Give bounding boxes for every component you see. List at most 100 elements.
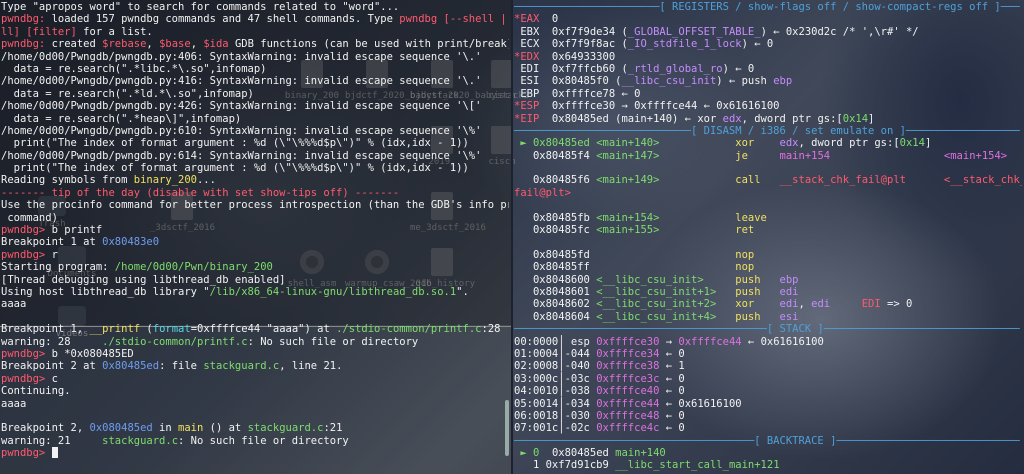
text-segment: pwndbg: bbox=[1, 13, 52, 26]
text-segment: *EAX bbox=[514, 13, 546, 26]
text-segment: : file bbox=[159, 360, 204, 373]
text-segment: _IO_stdfile_1_lock bbox=[627, 38, 742, 51]
console-line: /home/0d00/Pwngdb/pwngdb.py:416: SyntaxW… bbox=[1, 75, 509, 87]
text-segment: xor bbox=[735, 298, 755, 311]
text-segment: _GLOBAL_OFFSET_TABLE_ bbox=[627, 25, 761, 38]
text-segment: *EDX bbox=[514, 50, 546, 63]
console-line: /home/0d00/Pwngdb/pwngdb.py:610: SyntaxW… bbox=[1, 125, 509, 137]
text-segment: ← 0x61616100 bbox=[741, 335, 824, 348]
text-segment bbox=[906, 174, 944, 186]
text-segment: print("The index of format argument : %d… bbox=[1, 137, 469, 150]
text-segment: /home/0d00/Pwn/binary_200 bbox=[114, 261, 273, 274]
text-segment: __libc_csu_init bbox=[621, 75, 717, 88]
text-segment: , dword ptr gs:[ bbox=[798, 137, 900, 150]
context-line: 03:000c│-03c 0xffffce3c ← 0 bbox=[514, 373, 1022, 385]
console-line: /home/0d00/Pwngdb/pwngdb.py:406: SyntaxW… bbox=[1, 51, 509, 63]
text-segment: pwndbg [--shell | --a bbox=[399, 13, 507, 26]
text-segment: 0x80485fd bbox=[514, 248, 590, 261]
text-segment: 0xffffce44 bbox=[678, 335, 742, 348]
text-segment: 03:000c│-03c bbox=[514, 372, 597, 385]
text-segment: leave bbox=[735, 211, 767, 224]
text-segment: aaaa bbox=[1, 298, 27, 311]
text-segment: Reading symbols from bbox=[1, 174, 134, 187]
text-segment: ) ← 0 bbox=[741, 38, 774, 51]
text-segment: *EIP bbox=[514, 112, 546, 125]
console-line: Using host libthread_db library "/lib/x8… bbox=[1, 286, 509, 298]
console-line: Continuing. bbox=[1, 385, 509, 397]
context-line: 04:0010│-038 0xffffce40 ← 0 bbox=[514, 385, 1022, 397]
text-segment: fail@plt> bbox=[514, 186, 571, 199]
text-segment: __libc_start_call_main+121 bbox=[615, 459, 780, 471]
text-segment: ← 0 bbox=[659, 409, 685, 422]
text-segment: Breakpoint 1 at bbox=[1, 236, 103, 249]
text-segment: ret bbox=[735, 224, 755, 237]
text-segment bbox=[659, 224, 735, 236]
context-line: ECX 0xf7f9f8ac (_IO_stdfile_1_lock) ← 0 bbox=[514, 38, 1022, 50]
context-line: 0x8048602 <__libc_csu_init+2> xor edi, e… bbox=[514, 298, 1022, 310]
console-line: pwndbg> c bbox=[1, 373, 509, 385]
text-segment: =0xffffce44 "aaaa") at bbox=[190, 323, 337, 336]
text-segment: _rtld_global_ro bbox=[627, 62, 723, 75]
text-segment: <main+140> bbox=[596, 137, 660, 150]
context-line: ──────────────────────────────────────[ … bbox=[514, 435, 1022, 447]
text-segment: : No such file or directory bbox=[178, 434, 349, 447]
console-line: Starting program: /home/0d00/Pwn/binary_… bbox=[1, 261, 509, 273]
text-segment: 07:001c│-02c bbox=[514, 422, 597, 435]
text-segment: nop bbox=[735, 261, 755, 274]
text-segment: 0x8048600 bbox=[514, 273, 597, 286]
text-segment: ... bbox=[196, 174, 216, 187]
console-line: data = re.search(".*heap\]",infomap) bbox=[1, 113, 509, 125]
text-segment: 0x80483e0 bbox=[102, 236, 160, 249]
text-segment: *ESP bbox=[514, 100, 546, 113]
text-segment: pwndbg> bbox=[1, 447, 52, 460]
text-segment: Starting program: bbox=[1, 261, 115, 274]
text-segment: EBP bbox=[514, 87, 546, 100]
text-segment bbox=[704, 274, 736, 286]
text-segment: ECX bbox=[514, 38, 546, 51]
text-segment: ) ← push bbox=[716, 75, 774, 88]
text-segment: pwndbg: bbox=[1, 38, 52, 51]
text-segment: 0xffffce40 bbox=[596, 385, 660, 398]
console-line: Breakpoint 2 at 0x80485ed: file stackgua… bbox=[1, 360, 509, 372]
text-segment bbox=[761, 274, 780, 286]
text-segment: <main+155> bbox=[596, 224, 660, 237]
context-line: 0x8048604 <__libc_csu_init+4> push esi bbox=[514, 311, 1022, 323]
text-segment: <__libc_csu_init+2> bbox=[596, 298, 717, 311]
text-segment: edx bbox=[779, 137, 799, 150]
text-segment: EDI bbox=[514, 62, 546, 75]
text-segment: <__stack_chk_ bbox=[943, 174, 1022, 187]
text-segment: ) bbox=[760, 25, 774, 38]
text-segment: → bbox=[659, 335, 679, 348]
text-segment: ← 0 bbox=[659, 372, 685, 385]
text-segment: $base bbox=[159, 38, 191, 51]
text-segment: pwndbg> bbox=[1, 347, 52, 360]
text-segment: 0x14 bbox=[899, 137, 925, 150]
context-line: ───────────────────────[ REGISTERS / sho… bbox=[514, 1, 1022, 13]
text-segment bbox=[761, 286, 780, 298]
text-segment: :21 bbox=[323, 422, 343, 435]
text-segment: ll] [filter] bbox=[1, 25, 77, 38]
text-segment: in bbox=[152, 422, 179, 435]
gdb-console-pane[interactable]: Type "apropos word" to search for comman… bbox=[1, 1, 509, 471]
text-segment: 0x080485ed bbox=[89, 422, 153, 435]
text-segment: /home/0d00/Pwngdb/pwngdb.py:610: SyntaxW… bbox=[1, 124, 482, 137]
text-segment: GDB functions (can be used with print/br… bbox=[228, 38, 509, 51]
console-line: command) bbox=[1, 212, 509, 224]
text-segment: 0x80485f4 bbox=[514, 149, 597, 162]
text-segment: main+154 bbox=[779, 149, 831, 162]
terminal-cursor[interactable] bbox=[51, 447, 58, 459]
console-line: [Thread debugging using libthread_db ena… bbox=[1, 274, 509, 286]
text-segment: :28 bbox=[481, 323, 501, 336]
text-segment: 0xffffce34 bbox=[596, 347, 660, 360]
context-line: ► 0x80485ed <main+140> xor edx, dword pt… bbox=[514, 137, 1022, 149]
text-segment: <main+154> bbox=[596, 211, 660, 224]
text-segment: => 0 bbox=[880, 298, 913, 311]
text-segment: 04:0010│-038 bbox=[514, 385, 597, 398]
text-segment: ". bbox=[456, 285, 469, 298]
text-segment: esi bbox=[779, 310, 799, 323]
left-pane-scrollbar[interactable] bbox=[505, 400, 509, 456]
text-segment: b printf bbox=[51, 224, 103, 237]
pane-divider[interactable] bbox=[511, 0, 513, 474]
pwndbg-context-pane[interactable]: ───────────────────────[ REGISTERS / sho… bbox=[514, 1, 1022, 471]
console-line: ll] [filter] for a list. bbox=[1, 26, 509, 38]
